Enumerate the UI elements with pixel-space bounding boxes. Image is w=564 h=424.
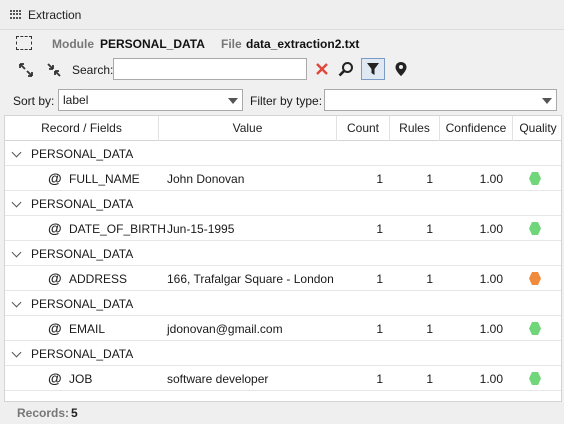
sort-filter-row: Sort by: label Filter by type: xyxy=(0,87,564,113)
selection-icon[interactable] xyxy=(16,36,32,50)
table-row-group[interactable]: PERSONAL_DATA xyxy=(5,291,561,316)
at-icon: @ xyxy=(48,220,62,236)
field-confidence: 1.00 xyxy=(479,322,503,336)
column-header-confidence[interactable]: Confidence xyxy=(440,116,513,141)
panel-titlebar: Extraction xyxy=(0,0,564,30)
filter-select[interactable] xyxy=(324,89,557,111)
quality-hexagon-icon xyxy=(529,172,541,185)
field-value: 166, Trafalgar Square - London xyxy=(167,272,334,286)
field-value: Jun-15-1995 xyxy=(167,222,235,236)
group-label: PERSONAL_DATA xyxy=(31,297,134,311)
at-icon: @ xyxy=(48,270,62,286)
field-count: 1 xyxy=(376,372,383,386)
table-row-group[interactable]: PERSONAL_DATA xyxy=(5,191,561,216)
toolbar: Search: xyxy=(0,56,564,84)
chevron-down-icon[interactable] xyxy=(11,347,22,358)
quality-hexagon-icon xyxy=(529,322,541,335)
field-count: 1 xyxy=(376,322,383,336)
collapse-icon[interactable] xyxy=(44,60,64,80)
field-confidence: 1.00 xyxy=(479,372,503,386)
table-row-group[interactable]: PERSONAL_DATA xyxy=(5,141,561,166)
group-label: PERSONAL_DATA xyxy=(31,147,134,161)
field-rules: 1 xyxy=(426,322,433,336)
at-icon: @ xyxy=(48,320,62,336)
field-confidence: 1.00 xyxy=(479,272,503,286)
panel-title: Extraction xyxy=(28,7,82,22)
search-icon[interactable] xyxy=(336,59,356,79)
expand-icon[interactable] xyxy=(16,60,36,80)
grip-icon[interactable] xyxy=(10,9,22,20)
sort-select[interactable]: label xyxy=(58,89,243,111)
field-rules: 1 xyxy=(426,372,433,386)
field-rules: 1 xyxy=(426,172,433,186)
field-count: 1 xyxy=(376,222,383,236)
sort-label: Sort by: xyxy=(13,94,55,108)
quality-hexagon-icon xyxy=(529,272,541,285)
chevron-down-icon[interactable] xyxy=(11,297,22,308)
column-header-rules[interactable]: Rules xyxy=(390,116,440,141)
search-input[interactable] xyxy=(113,58,307,80)
group-label: PERSONAL_DATA xyxy=(31,247,134,261)
at-icon: @ xyxy=(48,170,62,186)
info-row: Module PERSONAL_DATA File data_extractio… xyxy=(0,30,564,56)
quality-hexagon-icon xyxy=(529,372,541,385)
table-row-group[interactable]: PERSONAL_DATA xyxy=(5,241,561,266)
records-table: Record / Fields Value Count Rules Confid… xyxy=(4,115,562,402)
field-rules: 1 xyxy=(426,272,433,286)
field-value: software developer xyxy=(167,372,269,386)
file-label: File xyxy=(221,37,242,51)
group-label: PERSONAL_DATA xyxy=(31,197,134,211)
field-name: JOB xyxy=(69,372,93,386)
table-row-group[interactable]: PERSONAL_DATA xyxy=(5,341,561,366)
sort-value: label xyxy=(63,93,89,107)
records-count: 5 xyxy=(71,406,78,420)
column-header-count[interactable]: Count xyxy=(337,116,390,141)
field-value: John Donovan xyxy=(167,172,245,186)
records-label: Records: xyxy=(17,406,70,420)
filter-label: Filter by type: xyxy=(250,94,323,108)
chevron-down-icon xyxy=(542,98,552,104)
filter-icon[interactable] xyxy=(361,58,385,80)
module-value: PERSONAL_DATA xyxy=(100,37,205,51)
table-row[interactable]: @ FULL_NAME John Donovan 1 1 1.00 xyxy=(5,166,561,191)
quality-hexagon-icon xyxy=(529,222,541,235)
table-row[interactable]: @ JOB software developer 1 1 1.00 xyxy=(5,366,561,391)
field-rules: 1 xyxy=(426,222,433,236)
clear-icon[interactable] xyxy=(312,59,332,79)
column-header-quality[interactable]: Quality xyxy=(513,116,561,141)
table-row[interactable]: @ DATE_OF_BIRTH Jun-15-1995 1 1 1.00 xyxy=(5,216,561,241)
status-bar: Records: 5 xyxy=(0,402,564,424)
field-name: EMAIL xyxy=(69,322,106,336)
module-label: Module xyxy=(52,37,94,51)
group-label: PERSONAL_DATA xyxy=(31,347,134,361)
search-label: Search: xyxy=(72,63,114,77)
table-header: Record / Fields Value Count Rules Confid… xyxy=(5,116,561,141)
column-header-record[interactable]: Record / Fields xyxy=(5,116,159,141)
file-value: data_extraction2.txt xyxy=(246,37,360,51)
field-name: FULL_NAME xyxy=(69,172,140,186)
column-header-value[interactable]: Value xyxy=(159,116,337,141)
field-name: DATE_OF_BIRTH xyxy=(69,222,166,236)
location-pin-icon[interactable] xyxy=(391,59,411,79)
table-row[interactable]: @ ADDRESS 166, Trafalgar Square - London… xyxy=(5,266,561,291)
field-value: jdonovan@gmail.com xyxy=(167,322,283,336)
field-count: 1 xyxy=(376,172,383,186)
chevron-down-icon xyxy=(228,98,238,104)
table-row[interactable]: @ EMAIL jdonovan@gmail.com 1 1 1.00 xyxy=(5,316,561,341)
field-name: ADDRESS xyxy=(69,272,128,286)
chevron-down-icon[interactable] xyxy=(11,197,22,208)
at-icon: @ xyxy=(48,370,62,386)
field-confidence: 1.00 xyxy=(479,172,503,186)
chevron-down-icon[interactable] xyxy=(11,247,22,258)
chevron-down-icon[interactable] xyxy=(11,147,22,158)
field-confidence: 1.00 xyxy=(479,222,503,236)
field-count: 1 xyxy=(376,272,383,286)
